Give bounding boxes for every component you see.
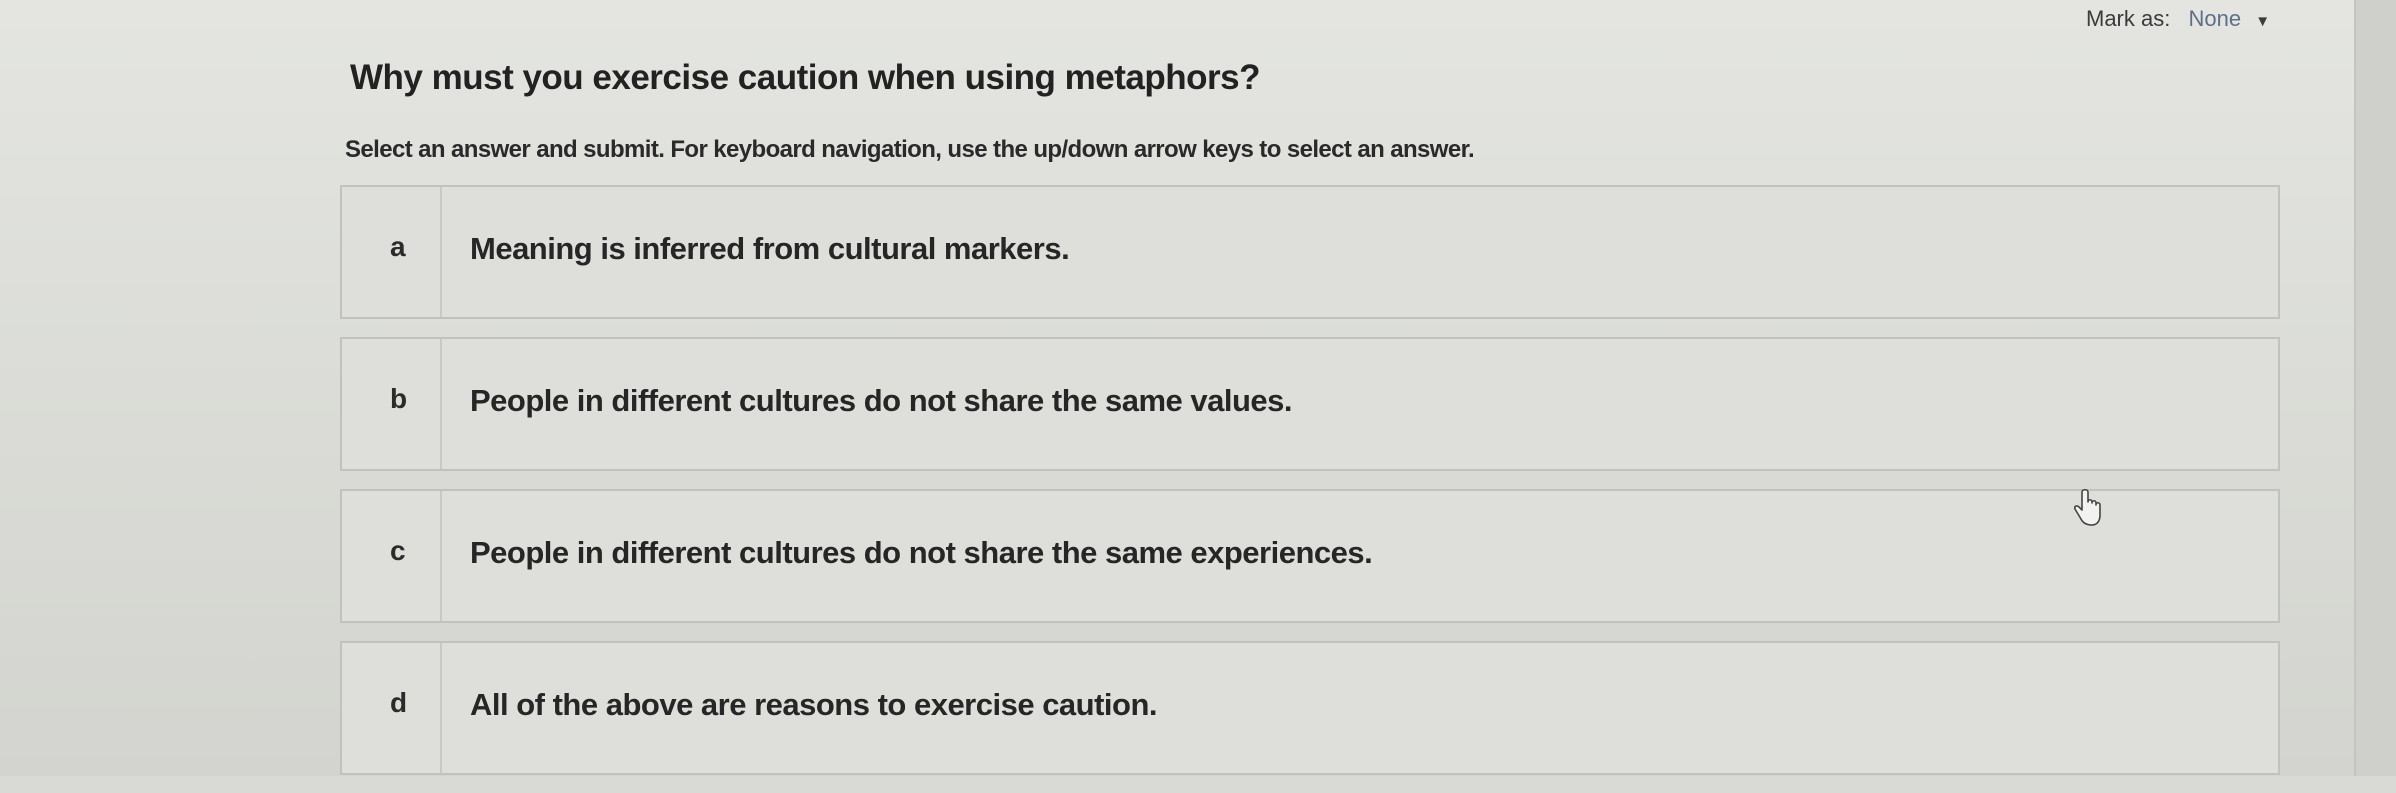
answer-letter: c bbox=[390, 535, 406, 566]
answer-text: Meaning is inferred from cultural marker… bbox=[470, 231, 1070, 266]
question-instructions: Select an answer and submit. For keyboar… bbox=[345, 136, 1475, 163]
answer-text: People in different cultures do not shar… bbox=[470, 383, 1293, 418]
answer-option-d[interactable]: d All of the above are reasons to exerci… bbox=[340, 641, 2280, 775]
chevron-down-icon: ▼ bbox=[2255, 13, 2271, 30]
answer-option-b[interactable]: b People in different cultures do not sh… bbox=[340, 337, 2280, 471]
answer-letter: a bbox=[390, 231, 406, 262]
answer-text: All of the above are reasons to exercise… bbox=[470, 687, 1158, 722]
mark-as-value: None bbox=[2188, 6, 2242, 31]
answer-option-c[interactable]: c People in different cultures do not sh… bbox=[340, 489, 2280, 623]
quiz-page: Mark as: None ▼ Why must you exercise ca… bbox=[0, 0, 2396, 776]
answer-letter: d bbox=[390, 687, 408, 718]
answer-text: People in different cultures do not shar… bbox=[470, 535, 1373, 570]
answer-list: a Meaning is inferred from cultural mark… bbox=[340, 185, 2285, 793]
mark-as-dropdown[interactable]: Mark as: None ▼ bbox=[2086, 6, 2270, 32]
answer-letter-cell: b bbox=[342, 339, 442, 469]
answer-letter-cell: a bbox=[342, 187, 442, 317]
scrollbar[interactable] bbox=[2354, 0, 2396, 776]
answer-letter-cell: c bbox=[342, 491, 442, 621]
answer-letter-cell: d bbox=[342, 643, 442, 773]
answer-letter: b bbox=[390, 383, 408, 414]
question-title: Why must you exercise caution when using… bbox=[350, 58, 1260, 97]
hand-cursor-icon bbox=[2074, 488, 2101, 526]
mark-as-label: Mark as: bbox=[2086, 6, 2171, 31]
answer-option-a[interactable]: a Meaning is inferred from cultural mark… bbox=[340, 185, 2280, 319]
